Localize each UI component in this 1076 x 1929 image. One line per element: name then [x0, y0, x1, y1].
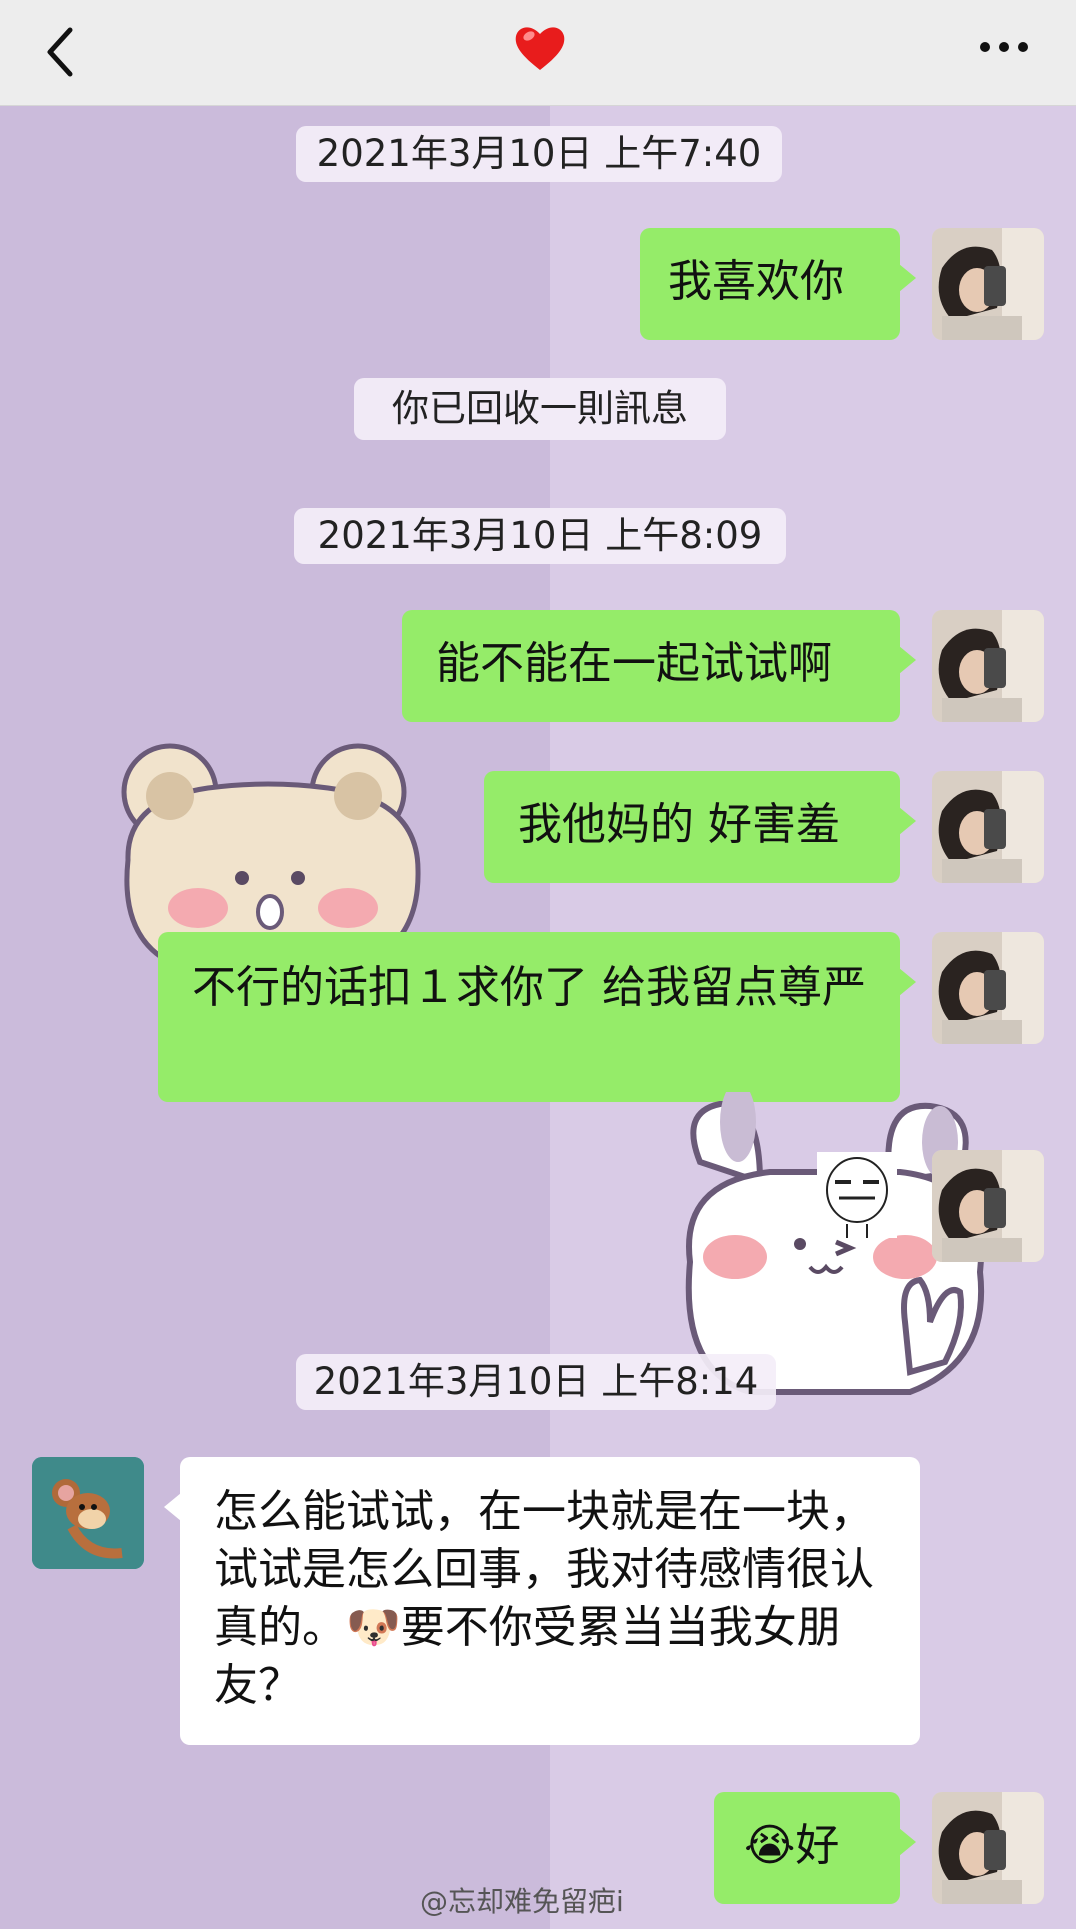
avatar[interactable] [932, 610, 1044, 722]
avatar[interactable] [32, 1457, 144, 1569]
self-avatar-icon [932, 932, 1044, 1044]
chat-bubble-sent[interactable]: 😭好 [714, 1792, 916, 1904]
self-avatar-icon [932, 610, 1044, 722]
received-message-text: 怎么能试试，在一块就是在一块，试试是怎么回事，我对待感情很认真的。🐶要不你受累当… [214, 1486, 874, 1711]
avatar[interactable] [932, 1150, 1044, 1262]
avatar[interactable] [932, 771, 1044, 883]
avatar[interactable] [932, 1792, 1044, 1904]
self-avatar-icon [932, 228, 1044, 340]
avatar[interactable] [932, 932, 1044, 1044]
chat-bubble-sent[interactable]: 我喜欢你 [640, 228, 916, 340]
chevron-left-icon[interactable] [38, 22, 88, 82]
timestamp: 2021年3月10日 上午7:40 [296, 126, 782, 182]
avatar[interactable] [932, 228, 1044, 340]
chat-bubble-received[interactable]: 怎么能试试，在一块就是在一块，试试是怎么回事，我对待感情很认真的。🐶要不你受累当… [164, 1457, 920, 1745]
chat-bubble-sent[interactable]: 能不能在一起试试啊 [402, 610, 916, 722]
top-bar [0, 0, 1076, 106]
self-avatar-icon [932, 771, 1044, 883]
watermark: @忘却难免留疤i [420, 1885, 624, 1918]
more-horizontal-icon[interactable] [975, 30, 1035, 64]
chat-bubble-sent[interactable]: 我他妈的 好害羞 [484, 771, 916, 883]
chat-bubble-sent[interactable]: 不行的话扣１求你了 给我留点尊严 [158, 932, 916, 1102]
self-avatar-icon [932, 1150, 1044, 1262]
self-avatar-icon [932, 1792, 1044, 1904]
recall-notice: 你已回收一則訊息 [354, 378, 726, 440]
heart-icon [512, 20, 568, 76]
jerry-mouse-avatar-icon [32, 1457, 144, 1569]
timestamp: 2021年3月10日 上午8:14 [296, 1354, 776, 1410]
meme-face-sticker [817, 1152, 897, 1238]
timestamp: 2021年3月10日 上午8:09 [294, 508, 786, 564]
